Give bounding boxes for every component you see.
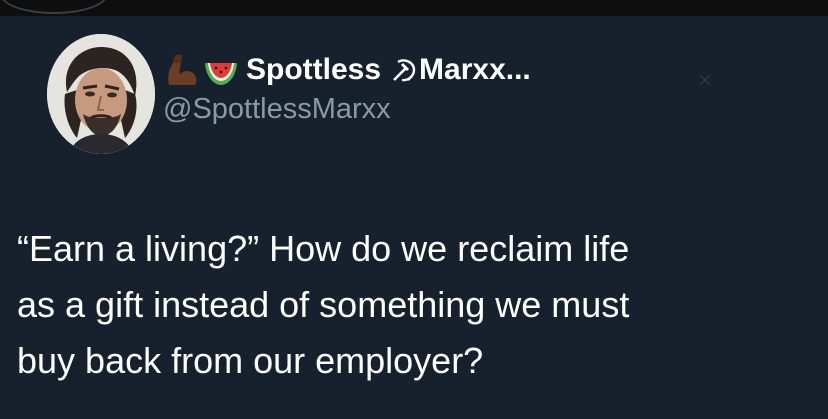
display-name-prefix: Spottless [246,53,382,86]
display-name[interactable]: Spottless Marxx... [246,53,531,87]
author-handle[interactable]: @SpottlessMarxx [163,93,391,126]
display-name-suffix: Marxx... [419,53,531,86]
avatar[interactable] [47,34,155,154]
avatar-portrait [47,34,155,154]
flexed-biceps-icon [168,54,197,85]
tweet-screenshot: Spottless Marxx... @SpottlessMarxx “Earn… [0,0,828,419]
previous-avatar-edge [0,0,108,14]
more-options-icon[interactable] [698,73,712,87]
hammer-and-sickle-icon [393,59,416,82]
author-header: Spottless Marxx... [163,50,531,90]
tweet-body: “Earn a living?” How do we reclaim life … [17,221,817,389]
tweet-line-1: “Earn a living?” How do we reclaim life [17,228,630,269]
tweet-line-2: as a gift instead of something we must [17,284,630,325]
top-bar [0,0,828,16]
tweet-line-3: buy back from our employer? [17,340,484,381]
watermelon-icon [205,63,237,85]
